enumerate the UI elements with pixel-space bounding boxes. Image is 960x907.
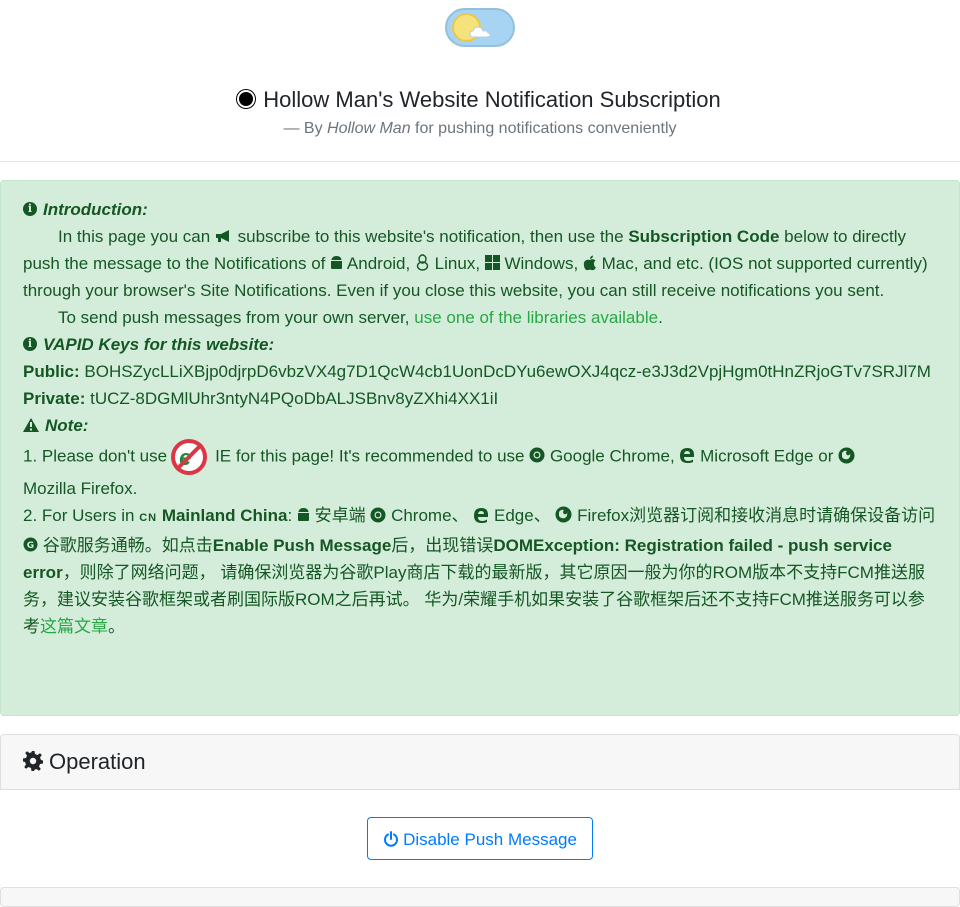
divider (0, 161, 960, 162)
power-icon (384, 830, 399, 847)
public-key-value: BOHSZycLLiXBjp0djrpD6vbzVX4g7D1QcW4cb1Uo… (79, 362, 931, 381)
warning-icon (23, 417, 39, 432)
chrome-icon (529, 447, 545, 463)
operation-header: Operation (0, 734, 960, 790)
apple-icon (583, 255, 596, 270)
page-subtitle: — By Hollow Man for pushing notification… (283, 120, 677, 137)
libraries-paragraph: To send push messages from your own serv… (58, 308, 663, 327)
private-key-row: Private: tUCZ-8DGMlUhr3ntyN4PQoDbALJSBnv… (23, 389, 499, 408)
info-icon: i (23, 336, 37, 351)
page-title: Hollow Man's Website Notification Subscr… (0, 84, 960, 116)
cloud-icon (469, 26, 491, 38)
page-header: Hollow Man's Website Notification Subscr… (0, 84, 960, 142)
theme-toggle[interactable] (445, 8, 515, 47)
edge-icon (680, 448, 695, 463)
chrome-icon (370, 507, 386, 523)
google-icon: G (23, 537, 38, 552)
gear-icon (23, 751, 43, 772)
next-section-card (0, 887, 960, 907)
windows-icon (484, 255, 500, 271)
svg-text:G: G (27, 541, 34, 551)
public-key-row: Public: BOHSZycLLiXBjp0djrpD6vbzVX4g7D1Q… (23, 362, 931, 381)
vapid-heading: VAPID Keys for this website: (43, 335, 275, 354)
disable-push-button[interactable]: Disable Push Message (367, 817, 593, 860)
libraries-link[interactable]: use one of the libraries available (414, 308, 658, 327)
firefox-icon (838, 447, 855, 463)
intro-paragraph: In this page you can subscribe to this w… (23, 227, 928, 300)
android-icon (297, 507, 309, 521)
megaphone-icon (215, 229, 229, 242)
linux-icon (416, 254, 429, 271)
operation-title: Operation (49, 749, 146, 774)
info-icon: i (23, 201, 37, 216)
article-link[interactable]: 这篇文章 (40, 617, 108, 636)
note-item-2: 2. For Users in CN Mainland China: 安卓端 C… (23, 506, 936, 636)
info-alert: i Introduction: In this page you can subs… (0, 180, 960, 716)
android-icon (331, 255, 343, 269)
note-item-1: 1. Please don't useeIE for this page! It… (23, 439, 937, 502)
edge-icon (474, 507, 489, 523)
firefox-icon (555, 506, 572, 523)
no-ie-icon: e (171, 439, 208, 475)
note-heading: Note: (45, 416, 89, 435)
intro-heading: Introduction: (43, 200, 148, 219)
bug-icon (239, 92, 254, 107)
author-name: Hollow Man (327, 120, 411, 137)
private-key-value: tUCZ-8DGMlUhr3ntyN4PQoDbALJSBnv8yZXhi4XX… (85, 389, 499, 408)
